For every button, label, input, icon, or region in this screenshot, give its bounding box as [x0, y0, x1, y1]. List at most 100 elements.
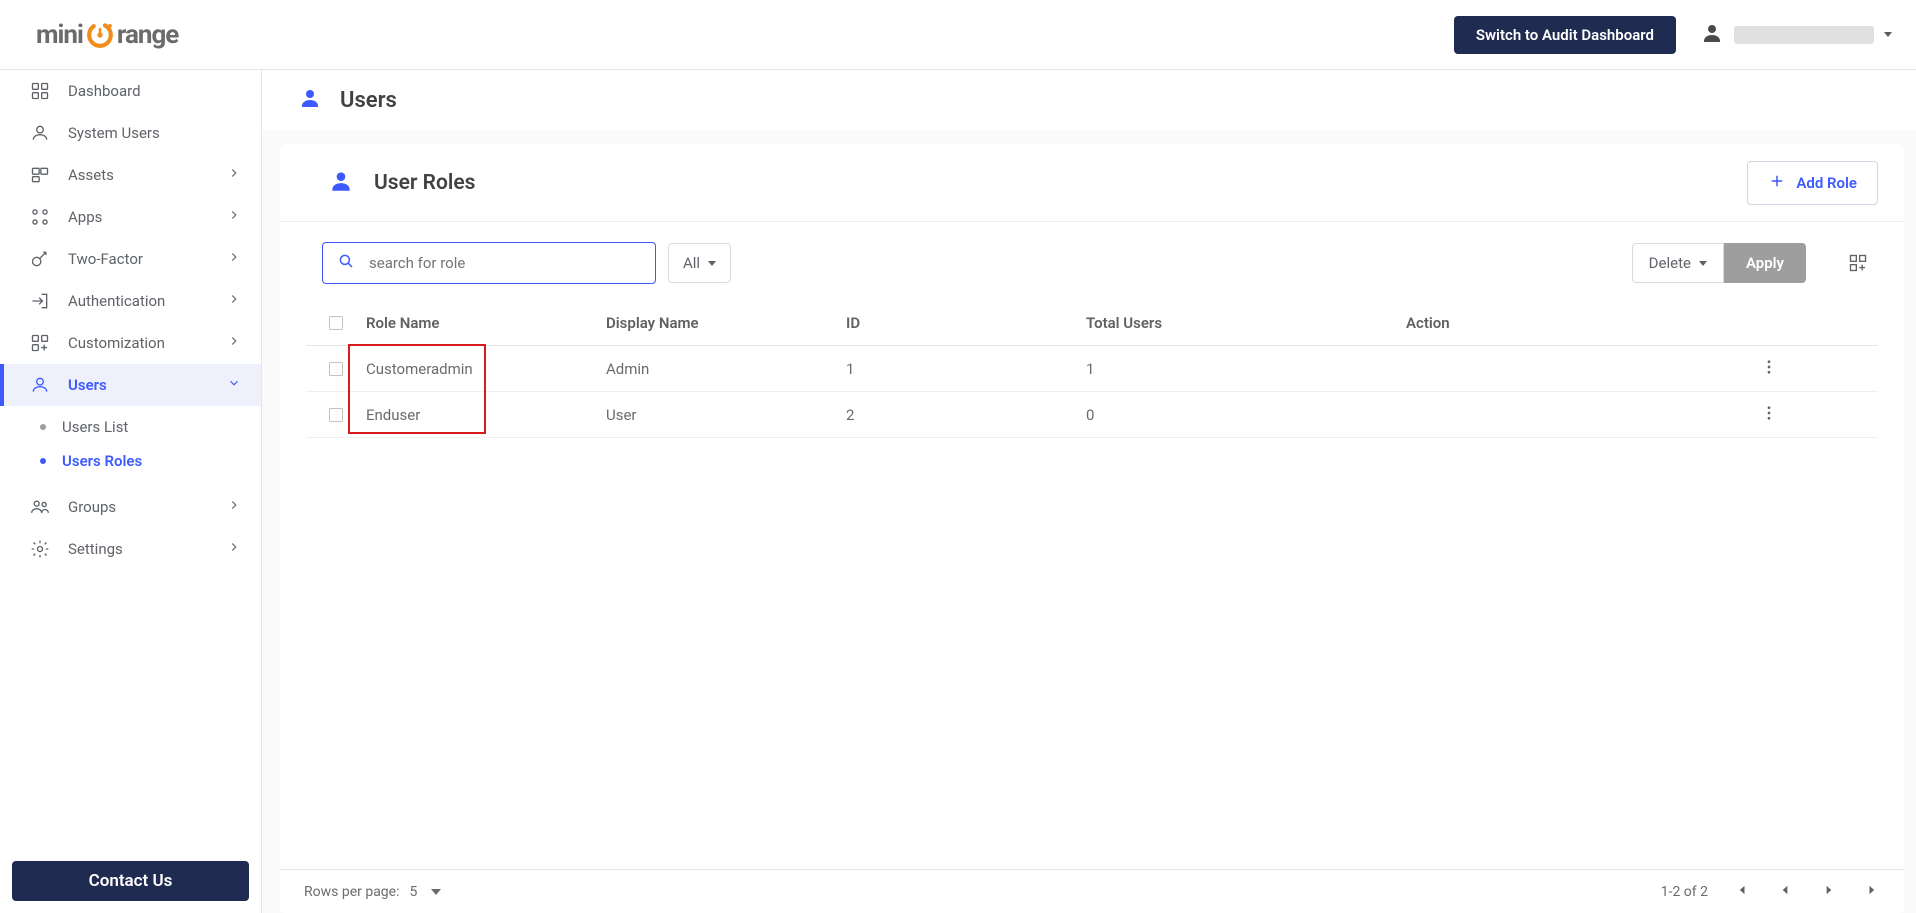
caret-down-icon	[431, 889, 441, 895]
sidebar-item-label: Customization	[68, 334, 165, 352]
cell-id: 1	[846, 360, 1086, 378]
sidebar-item-label: Authentication	[68, 292, 165, 310]
col-id: ID	[846, 314, 1086, 332]
authentication-icon	[30, 291, 52, 311]
sidebar-subitem-users-roles[interactable]: Users Roles	[0, 444, 261, 478]
last-page-button[interactable]	[1866, 883, 1880, 901]
plus-icon	[1768, 172, 1786, 194]
cell-id: 2	[846, 406, 1086, 424]
bullet-icon	[40, 458, 46, 464]
per-page-value: 5	[409, 884, 417, 900]
add-role-label: Add Role	[1796, 174, 1857, 192]
roles-table: Role Name Display Name ID Total Users Ac…	[306, 300, 1878, 438]
sidebar-item-label: Users	[68, 376, 107, 394]
row-actions-button[interactable]	[1760, 358, 1778, 380]
row-checkbox[interactable]	[329, 408, 343, 422]
sidebar-item-assets[interactable]: Assets	[0, 154, 261, 196]
section-user-icon	[328, 168, 354, 198]
cell-display-name: User	[606, 406, 846, 424]
sidebar-item-label: Settings	[68, 540, 123, 558]
contact-us-button[interactable]: Contact Us	[12, 861, 249, 901]
caret-down-icon	[708, 261, 716, 266]
dashboard-icon	[30, 81, 52, 101]
prev-page-button[interactable]	[1778, 883, 1792, 901]
pagination-range: 1-2 of 2	[1661, 884, 1708, 900]
cell-display-name: Admin	[606, 360, 846, 378]
sidebar-users-submenu: Users List Users Roles	[0, 406, 261, 486]
chevron-right-icon	[227, 250, 241, 268]
sidebar-subitem-users-list[interactable]: Users List	[0, 410, 261, 444]
row-checkbox[interactable]	[329, 362, 343, 376]
page-title: Users	[340, 88, 397, 113]
grid-columns-button[interactable]	[1838, 243, 1878, 283]
chevron-right-icon	[227, 540, 241, 558]
cell-role-name: Enduser	[366, 406, 606, 424]
col-display-name: Display Name	[606, 314, 846, 332]
customization-icon	[30, 333, 52, 353]
section-title: User Roles	[374, 171, 475, 195]
cell-total-users: 1	[1086, 360, 1406, 378]
sidebar-item-users[interactable]: Users	[0, 364, 261, 406]
caret-down-icon	[1699, 261, 1707, 266]
brand-o-icon	[85, 20, 115, 50]
sidebar-item-settings[interactable]: Settings	[0, 528, 261, 570]
sidebar-item-customization[interactable]: Customization	[0, 322, 261, 364]
table-row: Enduser User 2 0	[306, 392, 1878, 438]
table-row: Customeradmin Admin 1 1	[306, 346, 1878, 392]
chevron-right-icon	[227, 166, 241, 184]
sidebar-item-label: Groups	[68, 498, 116, 516]
col-role-name: Role Name	[366, 314, 606, 332]
sidebar-item-label: Dashboard	[68, 82, 141, 100]
bullet-icon	[40, 424, 46, 430]
cell-role-name: Customeradmin	[366, 360, 606, 378]
delete-label: Delete	[1649, 254, 1691, 272]
first-page-button[interactable]	[1734, 883, 1748, 901]
chevron-down-icon	[227, 376, 241, 394]
two-factor-icon	[30, 249, 52, 269]
sidebar-item-label: Assets	[68, 166, 114, 184]
chevron-right-icon	[227, 208, 241, 226]
sidebar-item-dashboard[interactable]: Dashboard	[0, 70, 261, 112]
apps-icon	[30, 207, 52, 227]
user-menu[interactable]	[1700, 21, 1892, 49]
sidebar-item-authentication[interactable]: Authentication	[0, 280, 261, 322]
sidebar-item-label: System Users	[68, 124, 160, 142]
sidebar-item-system-users[interactable]: System Users	[0, 112, 261, 154]
chevron-right-icon	[227, 292, 241, 310]
brand-logo: mini range	[36, 20, 178, 50]
caret-down-icon	[1884, 32, 1892, 37]
search-box[interactable]	[322, 242, 656, 284]
card-header: User Roles Add Role	[280, 144, 1904, 222]
filter-all-button[interactable]: All	[668, 243, 731, 283]
next-page-button[interactable]	[1822, 883, 1836, 901]
sidebar-subitem-label: Users Roles	[62, 452, 142, 470]
sidebar-item-label: Two-Factor	[68, 250, 143, 268]
cell-total-users: 0	[1086, 406, 1406, 424]
sidebar-item-apps[interactable]: Apps	[0, 196, 261, 238]
roles-card: User Roles Add Role All	[280, 144, 1904, 913]
row-actions-button[interactable]	[1760, 404, 1778, 426]
select-all-checkbox[interactable]	[329, 316, 343, 330]
sidebar-subitem-label: Users List	[62, 418, 128, 436]
sidebar-item-label: Apps	[68, 208, 102, 226]
users-icon	[30, 375, 52, 395]
sidebar-item-two-factor[interactable]: Two-Factor	[0, 238, 261, 280]
add-role-button[interactable]: Add Role	[1747, 161, 1878, 205]
chevron-right-icon	[227, 334, 241, 352]
delete-button[interactable]: Delete	[1632, 243, 1724, 283]
col-total-users: Total Users	[1086, 314, 1406, 332]
switch-dashboard-button[interactable]: Switch to Audit Dashboard	[1454, 16, 1676, 54]
topbar-right: Switch to Audit Dashboard	[1454, 16, 1916, 54]
user-name-placeholder	[1734, 26, 1874, 44]
brand-range: range	[117, 20, 178, 50]
system-users-icon	[30, 123, 52, 143]
pagination-nav	[1734, 883, 1880, 901]
search-input[interactable]	[369, 254, 641, 272]
rows-per-page[interactable]: Rows per page: 5	[304, 884, 441, 900]
page-user-icon	[298, 86, 322, 114]
sidebar-item-groups[interactable]: Groups	[0, 486, 261, 528]
assets-icon	[30, 165, 52, 185]
page-header: Users	[262, 70, 1916, 130]
apply-button[interactable]: Apply	[1724, 243, 1806, 283]
sidebar: Dashboard System Users Assets Apps Two-F…	[0, 70, 262, 913]
